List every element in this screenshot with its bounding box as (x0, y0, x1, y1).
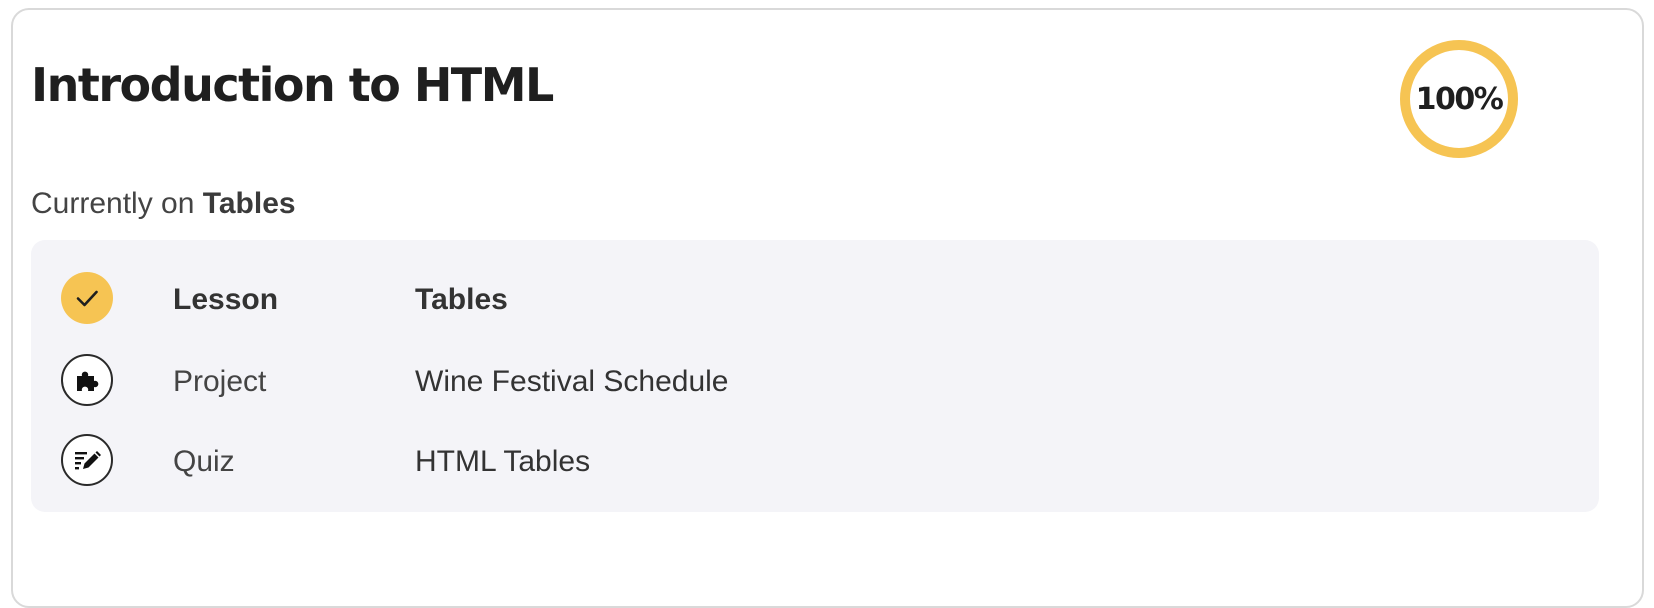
progress-percent: 100% (1415, 81, 1504, 117)
course-steps-list: Lesson Tables Project Wine Festival Sche… (31, 240, 1599, 512)
step-quiz-html-tables[interactable]: Quiz HTML Tables (31, 430, 1599, 490)
checkmark-icon (61, 272, 113, 324)
step-type: Quiz (173, 445, 235, 478)
progress-ring: 100% (1397, 37, 1521, 161)
step-project-wine-festival[interactable]: Project Wine Festival Schedule (31, 350, 1599, 410)
step-title[interactable]: Tables (415, 282, 508, 318)
step-type: Project (173, 365, 267, 398)
step-title[interactable]: HTML Tables (415, 444, 590, 480)
step-title[interactable]: Wine Festival Schedule (415, 364, 728, 400)
current-position-prefix: Currently on (31, 187, 195, 220)
step-lesson-tables[interactable]: Lesson Tables (31, 268, 1599, 328)
step-type: Lesson (173, 283, 279, 316)
current-position: Currently on Tables (31, 186, 296, 222)
course-title[interactable]: Introduction to HTML (31, 62, 554, 108)
quiz-pencil-icon (61, 434, 113, 486)
current-position-item: Tables (202, 187, 296, 220)
puzzle-icon (61, 354, 113, 406)
